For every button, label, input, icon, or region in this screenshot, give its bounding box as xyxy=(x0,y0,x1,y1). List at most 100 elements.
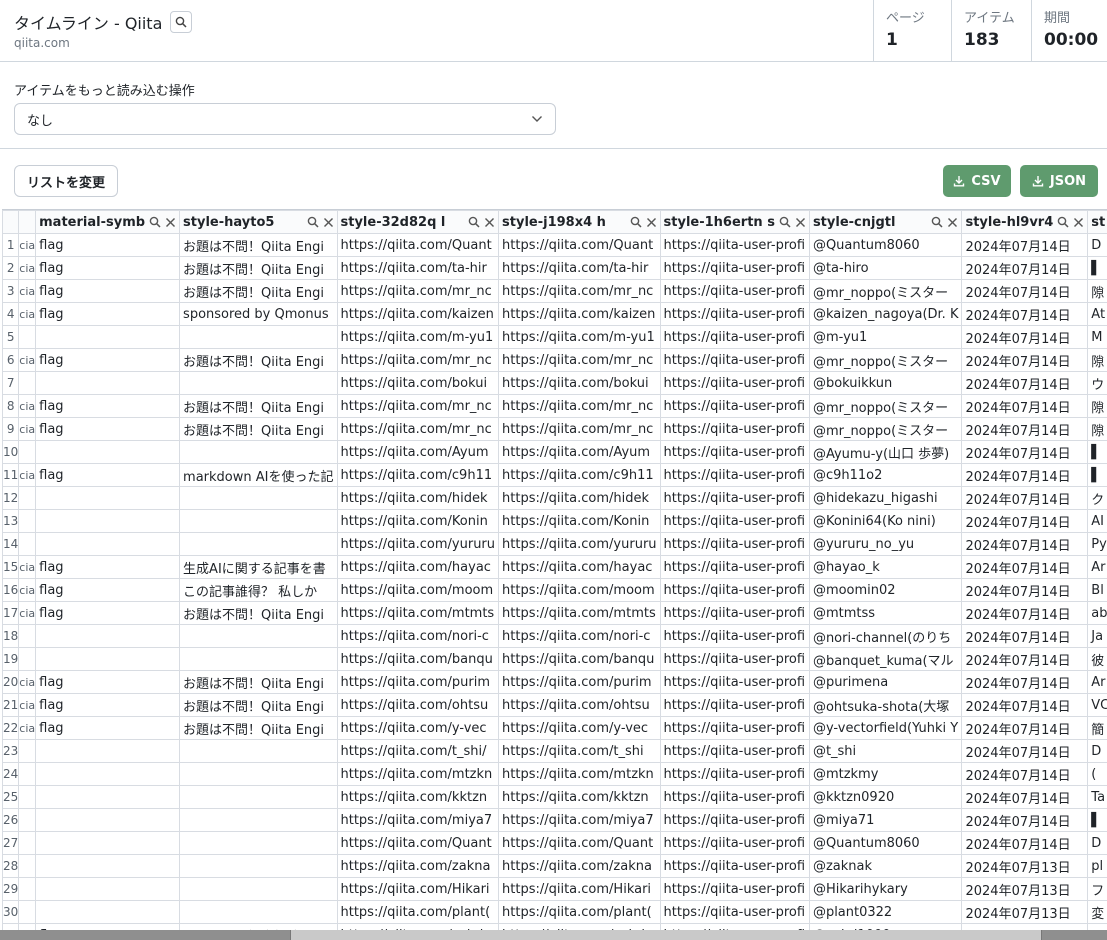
column-header[interactable]: style-1h6ertn s xyxy=(659,210,810,234)
table-cell[interactable] xyxy=(179,647,338,671)
column-header[interactable]: style-hayto5 xyxy=(179,210,338,234)
table-cell[interactable]: @ohtsuka-shota(大塚 xyxy=(808,693,963,717)
title-search-button[interactable] xyxy=(170,11,193,33)
table-cell[interactable]: cia xyxy=(18,302,37,326)
table-cell[interactable] xyxy=(35,486,181,510)
table-cell[interactable]: @miya71 xyxy=(808,808,963,832)
table-cell[interactable]: cia xyxy=(18,417,37,441)
table-cell[interactable]: @ta-hiro xyxy=(808,256,963,280)
table-cell[interactable]: 2024年07月13日 xyxy=(961,900,1089,924)
table-cell[interactable]: https://qiita.com/t_shi xyxy=(498,739,661,763)
table-cell[interactable]: https://qiita-user-profi xyxy=(659,854,810,878)
table-cell[interactable]: https://qiita.com/Hikari xyxy=(336,877,500,901)
table-cell[interactable]: https://qiita-user-profi xyxy=(659,371,810,395)
table-cell[interactable]: 2024年07月14日 xyxy=(961,394,1089,418)
column-search-button[interactable] xyxy=(931,216,944,228)
table-cell[interactable]: @mtmtss xyxy=(808,601,963,625)
table-cell[interactable]: 変 xyxy=(1087,900,1107,924)
table-cell[interactable]: @hidekazu_higashi xyxy=(808,486,963,510)
table-cell[interactable]: https://qiita.com/ohtsu xyxy=(336,693,500,717)
table-cell[interactable] xyxy=(18,440,37,464)
table-cell[interactable]: 2024年07月14日 xyxy=(961,256,1089,280)
table-cell[interactable]: https://qiita.com/mr_nc xyxy=(336,348,500,372)
table-cell[interactable]: @Quantum8060 xyxy=(808,233,963,257)
table-cell[interactable]: お題は不問！Qiita Engi xyxy=(179,670,338,694)
table-cell[interactable]: ▌ xyxy=(1087,463,1107,487)
table-cell[interactable]: お題は不問！Qiita Engi xyxy=(179,233,338,257)
table-cell[interactable]: 2024年07月14日 xyxy=(961,601,1089,625)
table-cell[interactable]: Bl xyxy=(1087,578,1107,602)
table-cell[interactable]: https://qiita.com/zakna xyxy=(498,854,661,878)
table-cell[interactable]: https://qiita-user-profi xyxy=(659,256,810,280)
table-cell[interactable]: @t_shi xyxy=(808,739,963,763)
table-cell[interactable]: https://qiita-user-profi xyxy=(659,693,810,717)
table-cell[interactable]: 隙 xyxy=(1087,279,1107,303)
table-cell[interactable]: この記事誰得？ 私しか xyxy=(179,578,338,602)
table-cell[interactable]: 2024年07月14日 xyxy=(961,463,1089,487)
table-cell[interactable]: D xyxy=(1087,831,1107,855)
table-cell[interactable]: https://qiita-user-profi xyxy=(659,647,810,671)
table-cell[interactable]: 2024年07月14日 xyxy=(961,279,1089,303)
column-header[interactable]: material-symb xyxy=(35,210,181,234)
column-search-button[interactable] xyxy=(779,216,791,228)
table-cell[interactable] xyxy=(179,877,338,901)
table-cell[interactable]: sponsored by Qmonus xyxy=(179,302,338,326)
table-cell[interactable]: 2024年07月14日 xyxy=(961,486,1089,510)
table-cell[interactable] xyxy=(179,509,338,533)
table-cell[interactable]: cia xyxy=(18,716,37,740)
table-cell[interactable]: https://qiita.com/hidek xyxy=(336,486,500,510)
table-cell[interactable] xyxy=(35,785,181,809)
table-cell[interactable]: @c9h11o2 xyxy=(808,463,963,487)
column-remove-button[interactable] xyxy=(947,217,958,228)
table-cell[interactable]: フ xyxy=(1087,877,1107,901)
table-cell[interactable]: @banquet_kuma(マル xyxy=(808,647,963,671)
table-cell[interactable]: 生成AIに関する記事を書 xyxy=(179,555,338,579)
table-cell[interactable]: flag xyxy=(35,693,181,717)
table-cell[interactable]: https://qiita-user-profi xyxy=(659,601,810,625)
table-cell[interactable]: お題は不問！Qiita Engi xyxy=(179,279,338,303)
column-header[interactable]: st xyxy=(1087,210,1107,234)
table-cell[interactable]: Ar xyxy=(1087,555,1107,579)
table-cell[interactable]: https://qiita.com/mr_nc xyxy=(498,348,661,372)
table-cell[interactable]: @Ayumu-y(山口 歩夢) xyxy=(808,440,963,464)
table-cell[interactable]: M xyxy=(1087,325,1107,349)
table-cell[interactable] xyxy=(35,808,181,832)
table-cell[interactable] xyxy=(18,831,37,855)
table-cell[interactable]: ク xyxy=(1087,486,1107,510)
table-cell[interactable]: cia xyxy=(18,670,37,694)
table-cell[interactable]: https://qiita.com/ta-hir xyxy=(498,256,661,280)
table-cell[interactable]: flag xyxy=(35,463,181,487)
column-search-button[interactable] xyxy=(307,216,319,228)
table-cell[interactable]: @bokuikkun xyxy=(808,371,963,395)
table-cell[interactable]: ( xyxy=(1087,762,1107,786)
table-cell[interactable] xyxy=(18,785,37,809)
column-header[interactable]: style-j198x4 h xyxy=(498,210,661,234)
table-cell[interactable] xyxy=(35,509,181,533)
table-cell[interactable]: 2024年07月14日 xyxy=(961,233,1089,257)
table-cell[interactable]: 2024年07月14日 xyxy=(961,440,1089,464)
table-cell[interactable]: https://qiita.com/mr_nc xyxy=(336,394,500,418)
table-cell[interactable]: 2024年07月14日 xyxy=(961,509,1089,533)
table-cell[interactable]: https://qiita.com/m-yu1 xyxy=(336,325,500,349)
table-cell[interactable]: ▌ xyxy=(1087,808,1107,832)
table-cell[interactable] xyxy=(35,739,181,763)
table-cell[interactable] xyxy=(35,831,181,855)
table-cell[interactable]: お題は不問！Qiita Engi xyxy=(179,693,338,717)
table-cell[interactable] xyxy=(35,624,181,648)
table-cell[interactable]: 2024年07月14日 xyxy=(961,578,1089,602)
table-cell[interactable]: https://qiita.com/bokui xyxy=(498,371,661,395)
table-cell[interactable] xyxy=(18,854,37,878)
table-cell[interactable]: cia xyxy=(18,233,37,257)
table-cell[interactable]: @yururu_no_yu xyxy=(808,532,963,556)
table-cell[interactable]: https://qiita-user-profi xyxy=(659,325,810,349)
table-cell[interactable] xyxy=(35,854,181,878)
table-cell[interactable]: https://qiita-user-profi xyxy=(659,739,810,763)
table-cell[interactable]: https://qiita.com/ta-hir xyxy=(336,256,500,280)
table-cell[interactable]: https://qiita.com/ohtsu xyxy=(498,693,661,717)
table-cell[interactable]: https://qiita.com/y-vec xyxy=(498,716,661,740)
table-cell[interactable]: cia xyxy=(18,601,37,625)
table-cell[interactable]: https://qiita.com/purim xyxy=(498,670,661,694)
table-cell[interactable]: https://qiita.com/purim xyxy=(336,670,500,694)
table-cell[interactable]: 2024年07月14日 xyxy=(961,739,1089,763)
table-cell[interactable]: https://qiita.com/Ayum xyxy=(336,440,500,464)
